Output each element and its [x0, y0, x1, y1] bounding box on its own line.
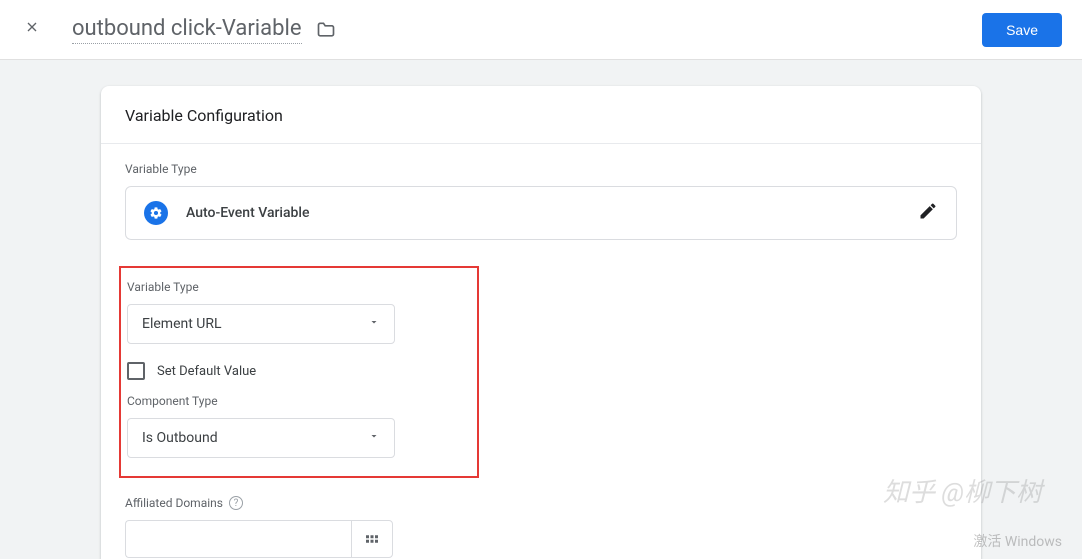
variable-type-field-label: Variable Type	[127, 280, 471, 294]
variable-type-name: Auto-Event Variable	[186, 205, 900, 221]
page-title[interactable]: outbound click-Variable	[72, 16, 302, 44]
variable-type-value: Element URL	[142, 316, 222, 332]
close-icon[interactable]	[20, 15, 44, 44]
affiliated-domains-input[interactable]	[125, 520, 351, 558]
set-default-label: Set Default Value	[157, 364, 256, 379]
variable-type-section: Variable Type Auto-Event Variable	[101, 144, 981, 248]
affiliated-domains-section: Affiliated Domains ?	[101, 486, 981, 558]
component-type-label: Component Type	[127, 394, 471, 408]
variable-picker-icon[interactable]	[351, 520, 393, 558]
affiliated-domains-label: Affiliated Domains	[125, 496, 223, 510]
set-default-row: Set Default Value	[127, 362, 471, 380]
save-button[interactable]: Save	[982, 13, 1062, 47]
affiliated-domains-label-row: Affiliated Domains ?	[125, 496, 957, 510]
variable-type-label: Variable Type	[125, 162, 957, 176]
variable-type-chip[interactable]: Auto-Event Variable	[125, 186, 957, 240]
help-icon[interactable]: ?	[229, 496, 243, 510]
gear-icon	[144, 201, 168, 225]
app-bar: outbound click-Variable Save	[0, 0, 1082, 60]
chevron-down-icon	[368, 316, 380, 332]
component-type-value: Is Outbound	[142, 430, 218, 446]
variable-type-select[interactable]: Element URL	[127, 304, 395, 344]
config-card: Variable Configuration Variable Type Aut…	[101, 86, 981, 559]
variable-type-field: Variable Type Element URL	[127, 280, 471, 344]
folder-icon[interactable]	[316, 20, 336, 40]
highlighted-config-block: Variable Type Element URL Set Default Va…	[119, 266, 479, 478]
title-wrap: outbound click-Variable	[72, 16, 336, 44]
affiliated-domains-input-group	[125, 520, 393, 558]
component-type-select[interactable]: Is Outbound	[127, 418, 395, 458]
chevron-down-icon	[368, 430, 380, 446]
edit-icon[interactable]	[918, 201, 938, 225]
card-title: Variable Configuration	[101, 86, 981, 144]
page-body: Variable Configuration Variable Type Aut…	[0, 60, 1082, 559]
set-default-checkbox[interactable]	[127, 362, 145, 380]
component-type-field: Component Type Is Outbound	[127, 394, 471, 458]
